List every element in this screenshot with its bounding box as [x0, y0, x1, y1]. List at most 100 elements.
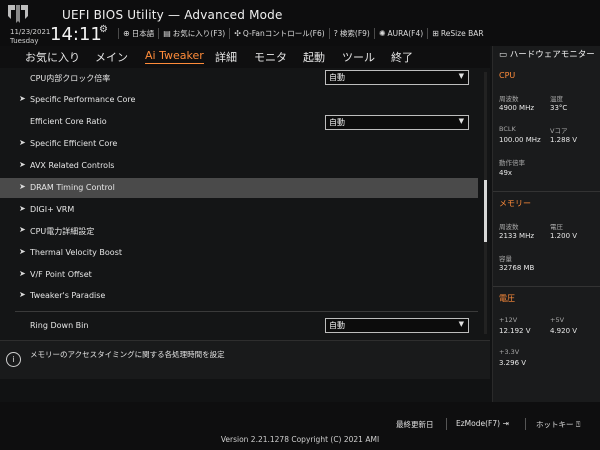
menu-tool[interactable]: ツール — [342, 49, 375, 65]
toolbar-divider — [373, 27, 375, 39]
setting-label: AVX Related Controls — [30, 161, 115, 170]
submenu-vf-point-offset[interactable]: ➤ V/F Point Offset — [0, 265, 478, 285]
aura-button[interactable]: ✺ AURA(F4) — [379, 29, 423, 38]
cpu-temp-value: 33°C — [550, 104, 568, 112]
menu-ai-tweaker[interactable]: Ai Tweaker — [145, 49, 204, 64]
chevron-right-icon: ➤ — [19, 247, 26, 256]
footer-divider — [446, 418, 447, 430]
menu-monitor[interactable]: モニタ — [254, 49, 287, 65]
submenu-cpu-power-management[interactable]: ➤ CPU電力詳細設定 — [0, 221, 478, 241]
hotkeys-label: ホットキー — [536, 420, 574, 429]
toolbar-divider — [229, 27, 231, 39]
toolbar-divider — [427, 27, 429, 39]
day-label: Tuesday — [10, 37, 39, 45]
menu-exit[interactable]: 終了 — [391, 49, 413, 65]
cpu-section-heading: CPU — [499, 71, 516, 80]
hardware-monitor-title: ▭ ハードウェアモニター — [499, 50, 595, 60]
chevron-down-icon: ▼ — [458, 72, 464, 80]
memory-freq-label: 周波数 — [499, 223, 519, 231]
bclk-value: 100.00 MHz — [499, 136, 541, 144]
submenu-digi-vrm[interactable]: ➤ DIGI+ VRM — [0, 200, 478, 220]
favorites-label: お気に入り(F3) — [172, 28, 226, 38]
footer-bar: 最終更新日 EzMode(F7) ⇥ ホットキー ⍰ Version 2.21.… — [0, 402, 600, 450]
resize-bar-label: ReSize BAR — [440, 28, 484, 38]
clock-settings-gear-icon[interactable]: ⚙ — [99, 24, 108, 35]
submenu-tweakers-paradise[interactable]: ➤ Tweaker's Paradise — [0, 286, 478, 306]
last-modified-button[interactable]: 最終更新日 — [396, 419, 434, 430]
setting-label: Specific Performance Core — [30, 95, 136, 104]
setting-label: CPU内部クロック倍率 — [30, 74, 111, 83]
hardware-monitor-panel: ▭ ハードウェアモニター CPU 周波数 温度 4900 MHz 33°C BC… — [492, 46, 600, 402]
cpu-freq-label: 周波数 — [499, 95, 519, 103]
submenu-specific-efficient-core[interactable]: ➤ Specific Efficient Core — [0, 134, 478, 154]
aura-icon: ✺ — [378, 28, 386, 38]
language-label: 日本語 — [131, 28, 155, 38]
select-value: 自動 — [329, 321, 345, 330]
search-button[interactable]: ? 検索(F9) — [334, 28, 370, 39]
exit-arrow-icon: ⇥ — [502, 419, 509, 428]
setting-row-cpu-core-ratio[interactable]: CPU内部クロック倍率 自動 ▼ — [0, 68, 478, 88]
description-text: メモリーのアクセスタイミングに関する各処理時間を設定 — [30, 350, 225, 359]
menu-main[interactable]: メイン — [95, 49, 128, 65]
v33-value: 3.296 V — [499, 359, 527, 367]
v33-label: +3.3V — [499, 348, 520, 356]
memory-freq-value: 2133 MHz — [499, 232, 535, 240]
favorites-button[interactable]: ▤ お気に入り(F3) — [163, 28, 225, 39]
submenu-thermal-velocity-boost[interactable]: ➤ Thermal Velocity Boost — [0, 243, 478, 263]
chevron-right-icon: ➤ — [19, 225, 26, 234]
clock: 14:11 — [50, 24, 102, 45]
v12-value: 12.192 V — [499, 327, 531, 335]
hotkeys-button[interactable]: ホットキー ⍰ — [536, 419, 580, 430]
ratio-value: 49x — [499, 169, 513, 177]
date-label: 11/23/2021 — [10, 28, 51, 36]
setting-row-efficient-core-ratio[interactable]: Efficient Core Ratio 自動 ▼ — [0, 112, 478, 132]
setting-row-ring-down-bin[interactable]: Ring Down Bin 自動 ▼ — [0, 316, 478, 336]
qfan-button[interactable]: ✣ Q-Fanコントロール(F6) — [234, 28, 324, 39]
voltage-section-heading: 電圧 — [499, 294, 515, 303]
chevron-right-icon: ➤ — [19, 138, 26, 147]
ring-down-bin-select[interactable]: 自動 ▼ — [325, 318, 469, 333]
search-label: 検索(F9) — [339, 28, 370, 38]
bclk-label: BCLK — [499, 125, 516, 133]
chevron-right-icon: ➤ — [19, 204, 26, 213]
hardware-monitor-title-text: ハードウェアモニター — [509, 50, 595, 60]
qfan-label: Q-Fanコントロール(F6) — [242, 28, 325, 38]
favorites-icon: ▤ — [163, 28, 171, 38]
resize-bar-button[interactable]: ⊞ ReSize BAR — [432, 29, 483, 38]
app-title: UEFI BIOS Utility — Advanced Mode — [62, 8, 283, 22]
memory-capacity-value: 32768 MB — [499, 264, 535, 272]
chevron-right-icon: ➤ — [19, 290, 26, 299]
hotkeys-help-icon: ⍰ — [575, 420, 581, 429]
toolbar-divider — [328, 27, 330, 39]
chevron-right-icon: ➤ — [19, 94, 26, 103]
setting-label: DRAM Timing Control — [30, 183, 115, 192]
ezmode-label: EzMode(F7) — [456, 419, 501, 428]
menu-advanced[interactable]: 詳細 — [215, 49, 237, 65]
toolbar-divider — [118, 27, 119, 39]
language-button[interactable]: ⊕ 日本語 — [123, 28, 154, 39]
setting-label: Tweaker's Paradise — [30, 291, 106, 300]
toolbar: ⊕ 日本語 ▤ お気に入り(F3) ✣ Q-Fanコントロール(F6) ? 検索… — [114, 26, 484, 40]
scrollbar-thumb[interactable] — [484, 180, 487, 242]
resize-bar-icon: ⊞ — [432, 28, 439, 38]
chevron-down-icon: ▼ — [458, 117, 464, 125]
submenu-dram-timing-control[interactable]: ➤ DRAM Timing Control — [0, 178, 478, 198]
version-text: Version 2.21.1278 Copyright (C) 2021 AMI — [220, 435, 380, 444]
select-value: 自動 — [329, 73, 345, 82]
settings-list: CPU内部クロック倍率 自動 ▼ ➤ Specific Performance … — [0, 68, 490, 340]
ezmode-button[interactable]: EzMode(F7) ⇥ — [456, 419, 509, 428]
submenu-avx-related-controls[interactable]: ➤ AVX Related Controls — [0, 156, 478, 176]
submenu-specific-performance-core[interactable]: ➤ Specific Performance Core — [0, 90, 478, 110]
efficient-core-ratio-select[interactable]: 自動 ▼ — [325, 115, 469, 130]
v5-label: +5V — [550, 316, 565, 324]
fan-icon: ✣ — [234, 28, 241, 38]
toolbar-divider — [158, 27, 160, 39]
v12-label: +12V — [499, 316, 518, 324]
memory-capacity-label: 容量 — [499, 255, 512, 263]
section-divider — [15, 311, 478, 312]
menu-favorites[interactable]: お気に入り — [25, 49, 80, 65]
setting-label: V/F Point Offset — [30, 270, 92, 279]
menu-boot[interactable]: 起動 — [303, 49, 325, 65]
setting-label: Ring Down Bin — [30, 321, 89, 330]
cpu-core-ratio-select[interactable]: 自動 ▼ — [325, 70, 469, 85]
